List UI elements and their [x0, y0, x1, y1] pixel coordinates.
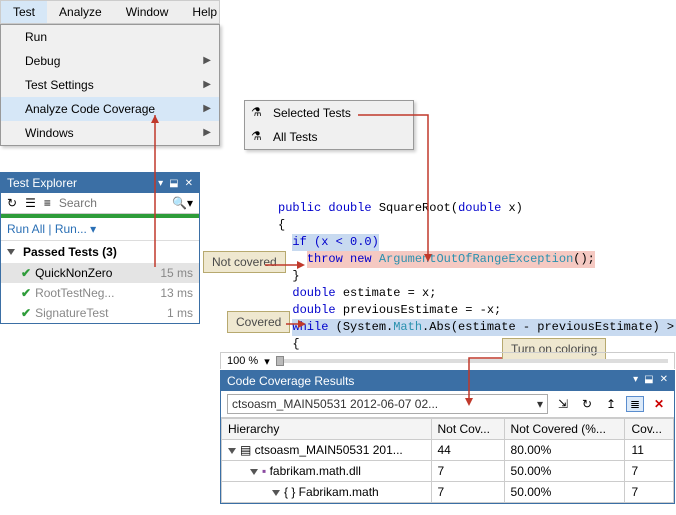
- table-row[interactable]: ▪ fabrikam.math.dll 750.00%7: [222, 461, 674, 482]
- chevron-right-icon: ▶: [203, 103, 211, 114]
- refresh-icon[interactable]: ↻: [7, 196, 17, 210]
- sub-selected-tests[interactable]: ⚗Selected Tests: [245, 101, 413, 125]
- close-icon[interactable]: ✕: [660, 374, 668, 388]
- zoom-value[interactable]: 100 %: [221, 353, 264, 369]
- menu-help[interactable]: Help: [180, 1, 229, 23]
- expand-icon: [228, 448, 236, 454]
- menubar: Test Analyze Window Help: [0, 0, 220, 24]
- panel-title: Code Coverage Results: [227, 374, 354, 388]
- table-row[interactable]: ▤ ctsoasm_MAIN50531 201... 4480.00%11: [222, 440, 674, 461]
- table-row[interactable]: { } Fabrikam.math 750.00%7: [222, 482, 674, 503]
- scroll-track[interactable]: [270, 356, 674, 366]
- dd-test-settings[interactable]: Test Settings▶: [1, 73, 219, 97]
- menu-window[interactable]: Window: [114, 1, 181, 23]
- close-icon[interactable]: ✕: [185, 178, 193, 189]
- passed-tests-group[interactable]: Passed Tests (3): [1, 241, 199, 263]
- pin-icon[interactable]: ⬓: [169, 178, 178, 189]
- pass-icon: ✔: [21, 286, 31, 300]
- pass-icon: ✔: [21, 266, 31, 280]
- search-icon[interactable]: 🔍▾: [172, 196, 193, 210]
- test-row[interactable]: ✔RootTestNeg...13 ms: [1, 283, 199, 303]
- dropdown-icon[interactable]: ▾: [633, 374, 638, 388]
- import-icon[interactable]: ⇲: [554, 397, 572, 411]
- menu-analyze[interactable]: Analyze: [47, 1, 114, 23]
- panel-title: Test Explorer: [7, 176, 77, 190]
- menu-test[interactable]: Test: [1, 1, 47, 23]
- callout-not-covered: Not covered: [203, 251, 286, 273]
- list-icon[interactable]: ≡: [44, 196, 51, 210]
- coverage-submenu: ⚗Selected Tests ⚗All Tests: [244, 100, 414, 150]
- dd-windows[interactable]: Windows▶: [1, 121, 219, 145]
- group-icon[interactable]: ☰: [25, 196, 36, 210]
- expand-icon: [250, 469, 258, 475]
- callout-covered: Covered: [227, 311, 290, 333]
- coverage-grid: Hierarchy Not Cov... Not Covered (%... C…: [221, 418, 674, 503]
- run-link[interactable]: Run...: [55, 222, 87, 236]
- zoom-bar: 100 %▾: [220, 352, 675, 369]
- code-editor: public double SquareRoot(double x) { if …: [260, 200, 665, 353]
- ccr-titlebar: Code Coverage Results ▾ ⬓ ✕: [221, 371, 674, 391]
- ccr-toolbar: ctsoasm_MAIN50531 2012-06-07 02...▾ ⇲ ↻ …: [221, 391, 674, 418]
- refresh-icon[interactable]: ↻: [578, 397, 596, 411]
- col-not-cov-pct[interactable]: Not Covered (%...: [504, 419, 625, 440]
- flask-icon: ⚗: [251, 129, 262, 143]
- run-all-link[interactable]: Run All: [7, 222, 45, 236]
- chevron-right-icon: ▶: [203, 55, 211, 66]
- dropdown-icon[interactable]: ▾: [158, 178, 163, 189]
- dd-debug[interactable]: Debug▶: [1, 49, 219, 73]
- test-row[interactable]: ✔SignatureTest1 ms: [1, 303, 199, 323]
- assembly-icon: ▤: [240, 443, 255, 457]
- test-dropdown: Run Debug▶ Test Settings▶ Analyze Code C…: [0, 24, 220, 146]
- export-icon[interactable]: ↥: [602, 397, 620, 411]
- sub-all-tests[interactable]: ⚗All Tests: [245, 125, 413, 149]
- chevron-right-icon: ▶: [203, 127, 211, 138]
- col-hierarchy[interactable]: Hierarchy: [222, 419, 432, 440]
- expand-icon: [272, 490, 280, 496]
- test-explorer-toolbar: ↻ ☰ ≡ 🔍▾: [1, 193, 199, 214]
- delete-icon[interactable]: ✕: [650, 397, 668, 411]
- test-explorer-titlebar: Test Explorer ▾ ⬓ ✕: [1, 173, 199, 193]
- pin-icon[interactable]: ⬓: [644, 374, 653, 388]
- chevron-down-icon: ▾: [537, 397, 543, 411]
- chevron-right-icon: ▶: [203, 79, 211, 90]
- flask-icon: ⚗: [251, 105, 262, 119]
- coloring-toggle-button[interactable]: ≣: [626, 396, 644, 412]
- dd-run[interactable]: Run: [1, 25, 219, 49]
- pass-icon: ✔: [21, 306, 31, 320]
- scroll-thumb[interactable]: [276, 356, 284, 366]
- dd-analyze-code-coverage[interactable]: Analyze Code Coverage▶: [1, 97, 219, 121]
- test-explorer-panel: Test Explorer ▾ ⬓ ✕ ↻ ☰ ≡ 🔍▾ Run All | R…: [0, 172, 200, 324]
- search-input[interactable]: [59, 196, 119, 210]
- test-row[interactable]: ✔QuickNonZero15 ms: [1, 263, 199, 283]
- results-combo[interactable]: ctsoasm_MAIN50531 2012-06-07 02...▾: [227, 394, 548, 414]
- col-not-cov[interactable]: Not Cov...: [431, 419, 504, 440]
- code-coverage-panel: Code Coverage Results ▾ ⬓ ✕ ctsoasm_MAIN…: [220, 370, 675, 504]
- col-cov[interactable]: Cov...: [625, 419, 674, 440]
- dll-icon: ▪: [262, 464, 270, 478]
- expand-icon: [7, 249, 15, 255]
- run-links: Run All | Run... ▾: [1, 218, 199, 241]
